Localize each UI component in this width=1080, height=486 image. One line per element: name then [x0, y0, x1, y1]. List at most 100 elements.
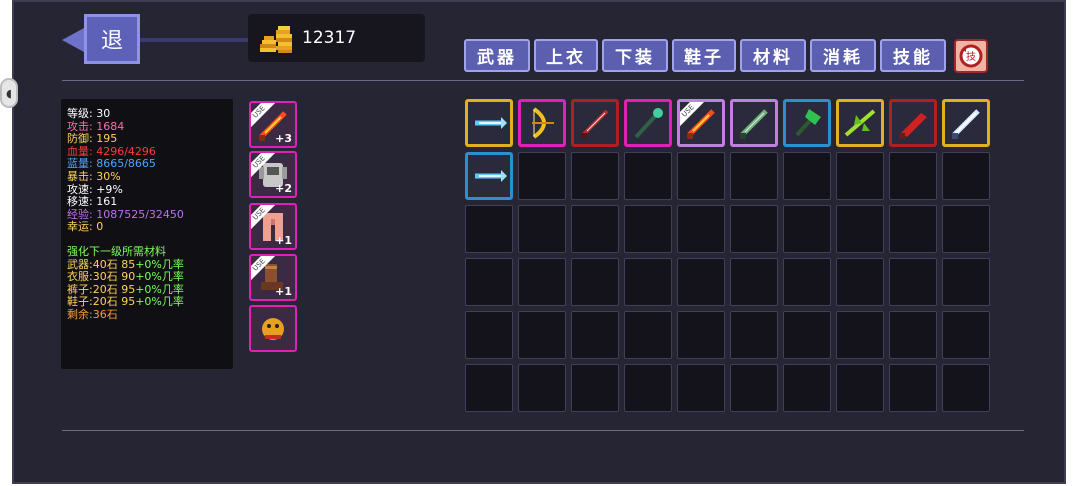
upgrade-rate: +0%几率 [135, 282, 184, 296]
stat-line: 移速: 161 [67, 195, 118, 209]
back-label: 退 [100, 29, 123, 54]
inventory-empty-slot[interactable] [518, 311, 566, 359]
equipped-slot[interactable]: USE +3 [249, 101, 297, 148]
gold-coins-icon [260, 26, 292, 53]
upgrade-rate: +0%几率 [135, 295, 184, 309]
side-handle-icon[interactable]: ◖ [0, 78, 18, 108]
inventory-empty-slot[interactable] [571, 364, 619, 412]
back-control[interactable]: 退 [62, 12, 252, 68]
inventory-empty-slot[interactable] [624, 311, 672, 359]
inventory-item[interactable] [518, 99, 566, 147]
inventory-empty-slot[interactable] [730, 205, 778, 253]
inventory-empty-slot[interactable] [730, 152, 778, 200]
inventory-empty-slot[interactable] [783, 311, 831, 359]
inventory-empty-slot[interactable] [571, 205, 619, 253]
golden-bow-icon [532, 107, 554, 139]
inventory-empty-slot[interactable] [730, 311, 778, 359]
inventory-empty-slot[interactable] [624, 152, 672, 200]
inventory-empty-slot[interactable] [571, 258, 619, 306]
pet-icon [262, 318, 284, 340]
inventory-item[interactable] [465, 152, 513, 200]
tab-tops[interactable]: 上衣 [534, 39, 598, 72]
inventory-empty-slot[interactable] [518, 152, 566, 200]
inventory-item[interactable] [783, 99, 831, 147]
inventory-empty-slot[interactable] [942, 152, 990, 200]
inventory-empty-slot[interactable] [836, 152, 884, 200]
tab-shoes[interactable]: 鞋子 [672, 39, 736, 72]
upgrade-requirement: 衣服:30石 90 [67, 270, 136, 284]
inventory-empty-slot[interactable] [836, 258, 884, 306]
skill-refresh-button[interactable]: 技 [954, 39, 988, 73]
inventory-empty-slot[interactable] [783, 364, 831, 412]
top-divider [62, 80, 1024, 81]
inventory-empty-slot[interactable] [677, 364, 725, 412]
tab-weapons[interactable]: 武器 [464, 39, 530, 72]
inventory-item[interactable]: USE [677, 99, 725, 147]
inventory-empty-slot[interactable] [889, 311, 937, 359]
enhance-level: +1 [275, 285, 292, 298]
inventory-empty-slot[interactable] [942, 205, 990, 253]
enhance-level: +1 [275, 234, 292, 247]
stat-line: 幸运: 0 [67, 220, 104, 234]
inventory-item[interactable] [465, 99, 513, 147]
inventory-empty-slot[interactable] [677, 311, 725, 359]
inventory-empty-slot[interactable] [624, 258, 672, 306]
inventory-empty-slot[interactable] [942, 364, 990, 412]
inventory-empty-slot[interactable] [465, 258, 513, 306]
inventory-empty-slot[interactable] [783, 152, 831, 200]
inventory-empty-slot[interactable] [889, 364, 937, 412]
inventory-item[interactable] [836, 99, 884, 147]
inventory-empty-slot[interactable] [677, 205, 725, 253]
inventory-item[interactable] [624, 99, 672, 147]
tab-materials[interactable]: 材料 [740, 39, 806, 72]
equipped-slot[interactable]: USE +1 [249, 203, 297, 250]
upgrade-requirement: 裤子:20石 95 [67, 282, 136, 296]
tab-consumables[interactable]: 消耗 [810, 39, 876, 72]
tab-bottoms[interactable]: 下装 [602, 39, 668, 72]
gold-value: 12317 [302, 28, 357, 48]
inventory-empty-slot[interactable] [465, 311, 513, 359]
inventory-empty-slot[interactable] [783, 205, 831, 253]
inventory-empty-slot[interactable] [518, 364, 566, 412]
inventory-empty-slot[interactable] [677, 152, 725, 200]
inventory-empty-slot[interactable] [730, 258, 778, 306]
inventory-empty-slot[interactable] [889, 152, 937, 200]
emerald-axe-icon [795, 109, 821, 137]
tab-skills[interactable]: 技能 [880, 39, 946, 72]
inventory-empty-slot[interactable] [889, 205, 937, 253]
inventory-item[interactable] [571, 99, 619, 147]
inventory-empty-slot[interactable] [465, 205, 513, 253]
inventory-empty-slot[interactable] [942, 258, 990, 306]
bottom-divider [62, 430, 1024, 431]
stat-line: 暴击: 30% [67, 169, 121, 183]
inventory-item[interactable] [942, 99, 990, 147]
inventory-item[interactable] [730, 99, 778, 147]
back-button[interactable]: 退 [84, 14, 140, 64]
upgrade-rate: +0%几率 [135, 270, 184, 284]
enhance-level: +2 [275, 182, 292, 195]
inventory-empty-slot[interactable] [889, 258, 937, 306]
inventory-empty-slot[interactable] [836, 364, 884, 412]
thorn-blade-icon [844, 109, 876, 137]
inventory-empty-slot[interactable] [836, 311, 884, 359]
equipped-slot[interactable] [249, 305, 297, 352]
inventory-empty-slot[interactable] [730, 364, 778, 412]
inventory-item[interactable] [889, 99, 937, 147]
equipped-slot[interactable]: USE +2 [249, 151, 297, 198]
inventory-empty-slot[interactable] [624, 364, 672, 412]
back-arrow-icon [62, 28, 84, 52]
gold-counter: 12317 [248, 14, 425, 62]
inventory-empty-slot[interactable] [465, 364, 513, 412]
equipped-slot[interactable]: USE +1 [249, 254, 297, 301]
inventory-empty-slot[interactable] [624, 205, 672, 253]
inventory-empty-slot[interactable] [571, 311, 619, 359]
inventory-empty-slot[interactable] [942, 311, 990, 359]
inventory-empty-slot[interactable] [783, 258, 831, 306]
inventory-empty-slot[interactable] [571, 152, 619, 200]
stat-line: 等级: 30 [67, 107, 111, 120]
inventory-empty-slot[interactable] [518, 258, 566, 306]
inventory-empty-slot[interactable] [836, 205, 884, 253]
inventory-empty-slot[interactable] [518, 205, 566, 253]
inventory-empty-slot[interactable] [677, 258, 725, 306]
character-stats-panel: 等级: 30 攻击: 1684 防御: 195 血量: 4296/4296 蓝量: 86… [61, 99, 233, 369]
